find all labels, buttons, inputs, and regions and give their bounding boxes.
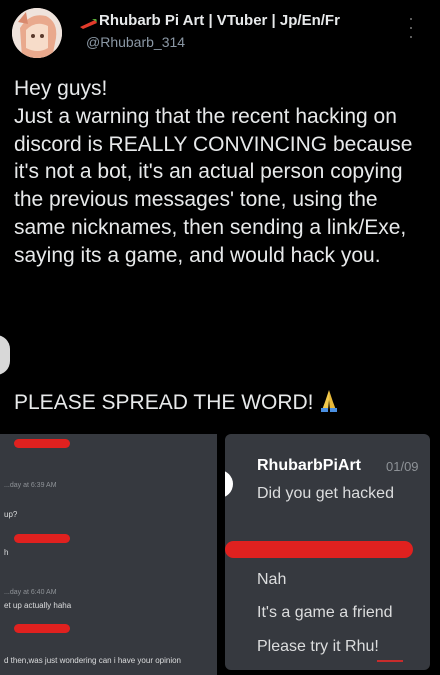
- right-chat-screenshot: RhubarbPiArt 01/09 Did you get hacked Na…: [225, 434, 430, 670]
- message-fragment: et up actually haha: [4, 601, 72, 610]
- folded-hands-icon: [318, 388, 340, 418]
- left-chat-screenshot: ...day at 6:39 AM up? h ...day at 6:40 A…: [0, 434, 217, 675]
- chat-message: Did you get hacked: [257, 485, 394, 502]
- link-underline: [377, 660, 403, 662]
- more-options-icon[interactable]: [408, 18, 414, 38]
- rhubarb-icon: [80, 16, 97, 29]
- redaction-bar: [14, 439, 70, 448]
- message-fragment: up?: [4, 510, 18, 519]
- timestamp: ...day at 6:40 AM: [4, 589, 57, 596]
- message-fragment: h: [4, 548, 9, 557]
- side-arrow-icon: [0, 335, 10, 375]
- redaction-bar: [14, 534, 70, 543]
- author-name-text: Rhubarb Pi Art | VTuber | Jp/En/Fr: [99, 12, 340, 29]
- discord-username: RhubarbPiArt: [257, 457, 361, 474]
- timestamp: ...day at 6:39 AM: [4, 482, 57, 489]
- author-handle[interactable]: @Rhubarb_314: [86, 34, 185, 50]
- chat-message: It's a game a friend: [257, 604, 393, 621]
- avatar[interactable]: [12, 8, 62, 58]
- avatar-edge: [225, 470, 233, 498]
- spread-line: PLEASE SPREAD THE WORD!: [14, 388, 340, 418]
- discord-timestamp: 01/09: [386, 459, 419, 474]
- tweet-text: Hey guys! Just a warning that the recent…: [14, 77, 413, 267]
- redaction-bar: [14, 624, 70, 633]
- redaction-bar: [225, 541, 413, 558]
- message-fragment: d then,was just wondering can i have you…: [4, 656, 181, 665]
- chat-message: Nah: [257, 571, 287, 588]
- chat-message: Please try it Rhu!: [257, 638, 379, 655]
- author-name[interactable]: Rhubarb Pi Art | VTuber | Jp/En/Fr: [80, 12, 400, 29]
- spread-text: PLEASE SPREAD THE WORD!: [14, 391, 314, 414]
